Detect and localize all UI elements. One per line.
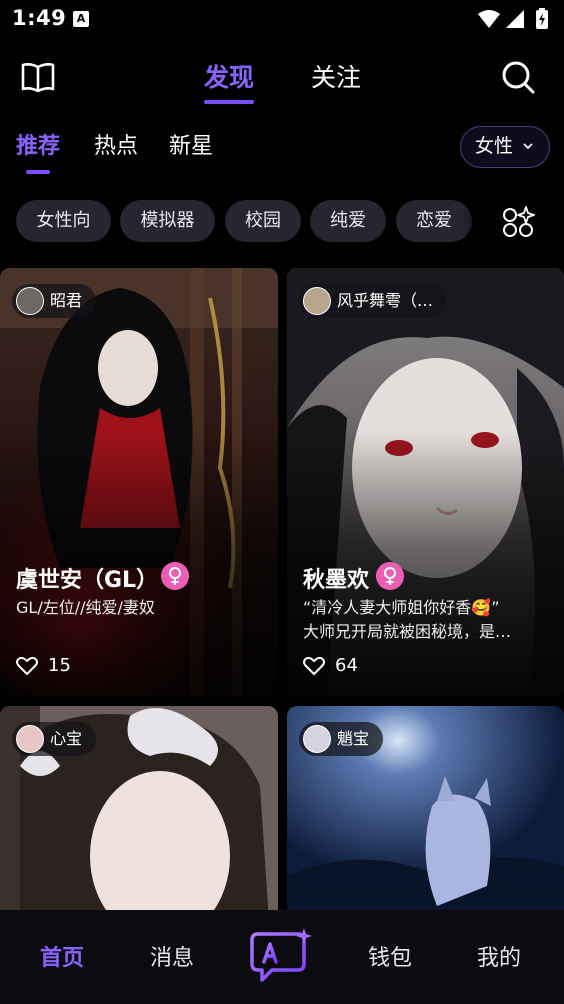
subtab-recommend[interactable]: 推荐 [16,128,60,174]
chip-fade [462,200,496,244]
battery-icon [536,8,548,29]
avatar [303,287,331,315]
author-chip[interactable]: 魈宝 [299,722,384,756]
nav-messages[interactable]: 消息 [150,940,194,972]
author-name: 风乎舞雩（… [337,291,434,310]
author-name: 心宝 [50,729,83,748]
book-icon[interactable] [20,59,56,95]
category-grid-icon[interactable] [502,206,536,238]
search-icon[interactable] [500,59,536,95]
tab-discover[interactable]: 发现 [204,58,255,104]
avatar [303,725,331,753]
heart-icon [16,656,38,675]
chip-simulator[interactable]: 模拟器 [120,200,215,242]
author-chip[interactable]: 心宝 [12,722,97,756]
female-icon [161,562,189,590]
wifi-icon [478,10,500,28]
bottom-nav: 首页 消息 钱包 我的 [0,910,564,1004]
character-card[interactable]: 魈宝 [287,706,564,936]
female-icon [376,562,404,590]
card-description: GL/左位//纯爱/妻奴 [16,598,155,617]
like-number: 64 [335,655,358,676]
ai-chat-icon[interactable] [250,928,314,982]
chevron-down-icon [523,143,533,149]
author-chip[interactable]: 昭君 [12,284,97,318]
category-chips: 女性向 模拟器 校园 纯爱 恋爱 [0,200,564,244]
chip-romance[interactable]: 恋爱 [396,200,472,242]
signal-icon [506,10,524,28]
nav-home[interactable]: 首页 [40,940,84,972]
author-name: 魈宝 [337,729,370,748]
notification-badge-icon: A [73,11,89,27]
character-card[interactable]: 风乎舞雩（… 秋墨欢 “清冷人妻大师姐你好香🥰” 大师兄开局就被困秘境，是… 6… [287,268,564,696]
chip-pure-love[interactable]: 纯爱 [310,200,386,242]
nav-wallet[interactable]: 钱包 [368,940,412,972]
card-description: 大师兄开局就被困秘境，是… [303,622,512,641]
card-title: 虞世安（GL） [16,568,159,593]
tab-follow[interactable]: 关注 [311,58,361,94]
status-time: 1:49 [12,6,67,30]
nav-me[interactable]: 我的 [477,940,521,972]
chip-campus[interactable]: 校园 [225,200,301,242]
heart-icon [303,656,325,675]
gender-filter-dropdown[interactable]: 女性 [460,126,550,168]
sub-nav: 推荐 热点 新星 女性 [0,122,564,174]
like-number: 15 [48,655,71,676]
subtab-hot[interactable]: 热点 [94,128,138,160]
chip-female-oriented[interactable]: 女性向 [16,200,111,242]
author-name: 昭君 [50,291,83,310]
author-chip[interactable]: 风乎舞雩（… [299,284,448,318]
status-bar: 1:49 A [0,0,564,38]
card-title: 秋墨欢 [303,568,370,593]
gender-filter-value: 女性 [475,135,514,157]
top-nav: 发现 关注 [0,52,564,104]
avatar [16,725,44,753]
character-card[interactable]: 昭君 虞世安（GL） GL/左位//纯爱/妻奴 15 [0,268,278,696]
card-description: “清冷人妻大师姐你好香🥰” [303,598,500,617]
subtab-new-stars[interactable]: 新星 [169,128,213,160]
character-card[interactable]: 心宝 [0,706,278,936]
status-icons [478,8,548,29]
avatar [16,287,44,315]
